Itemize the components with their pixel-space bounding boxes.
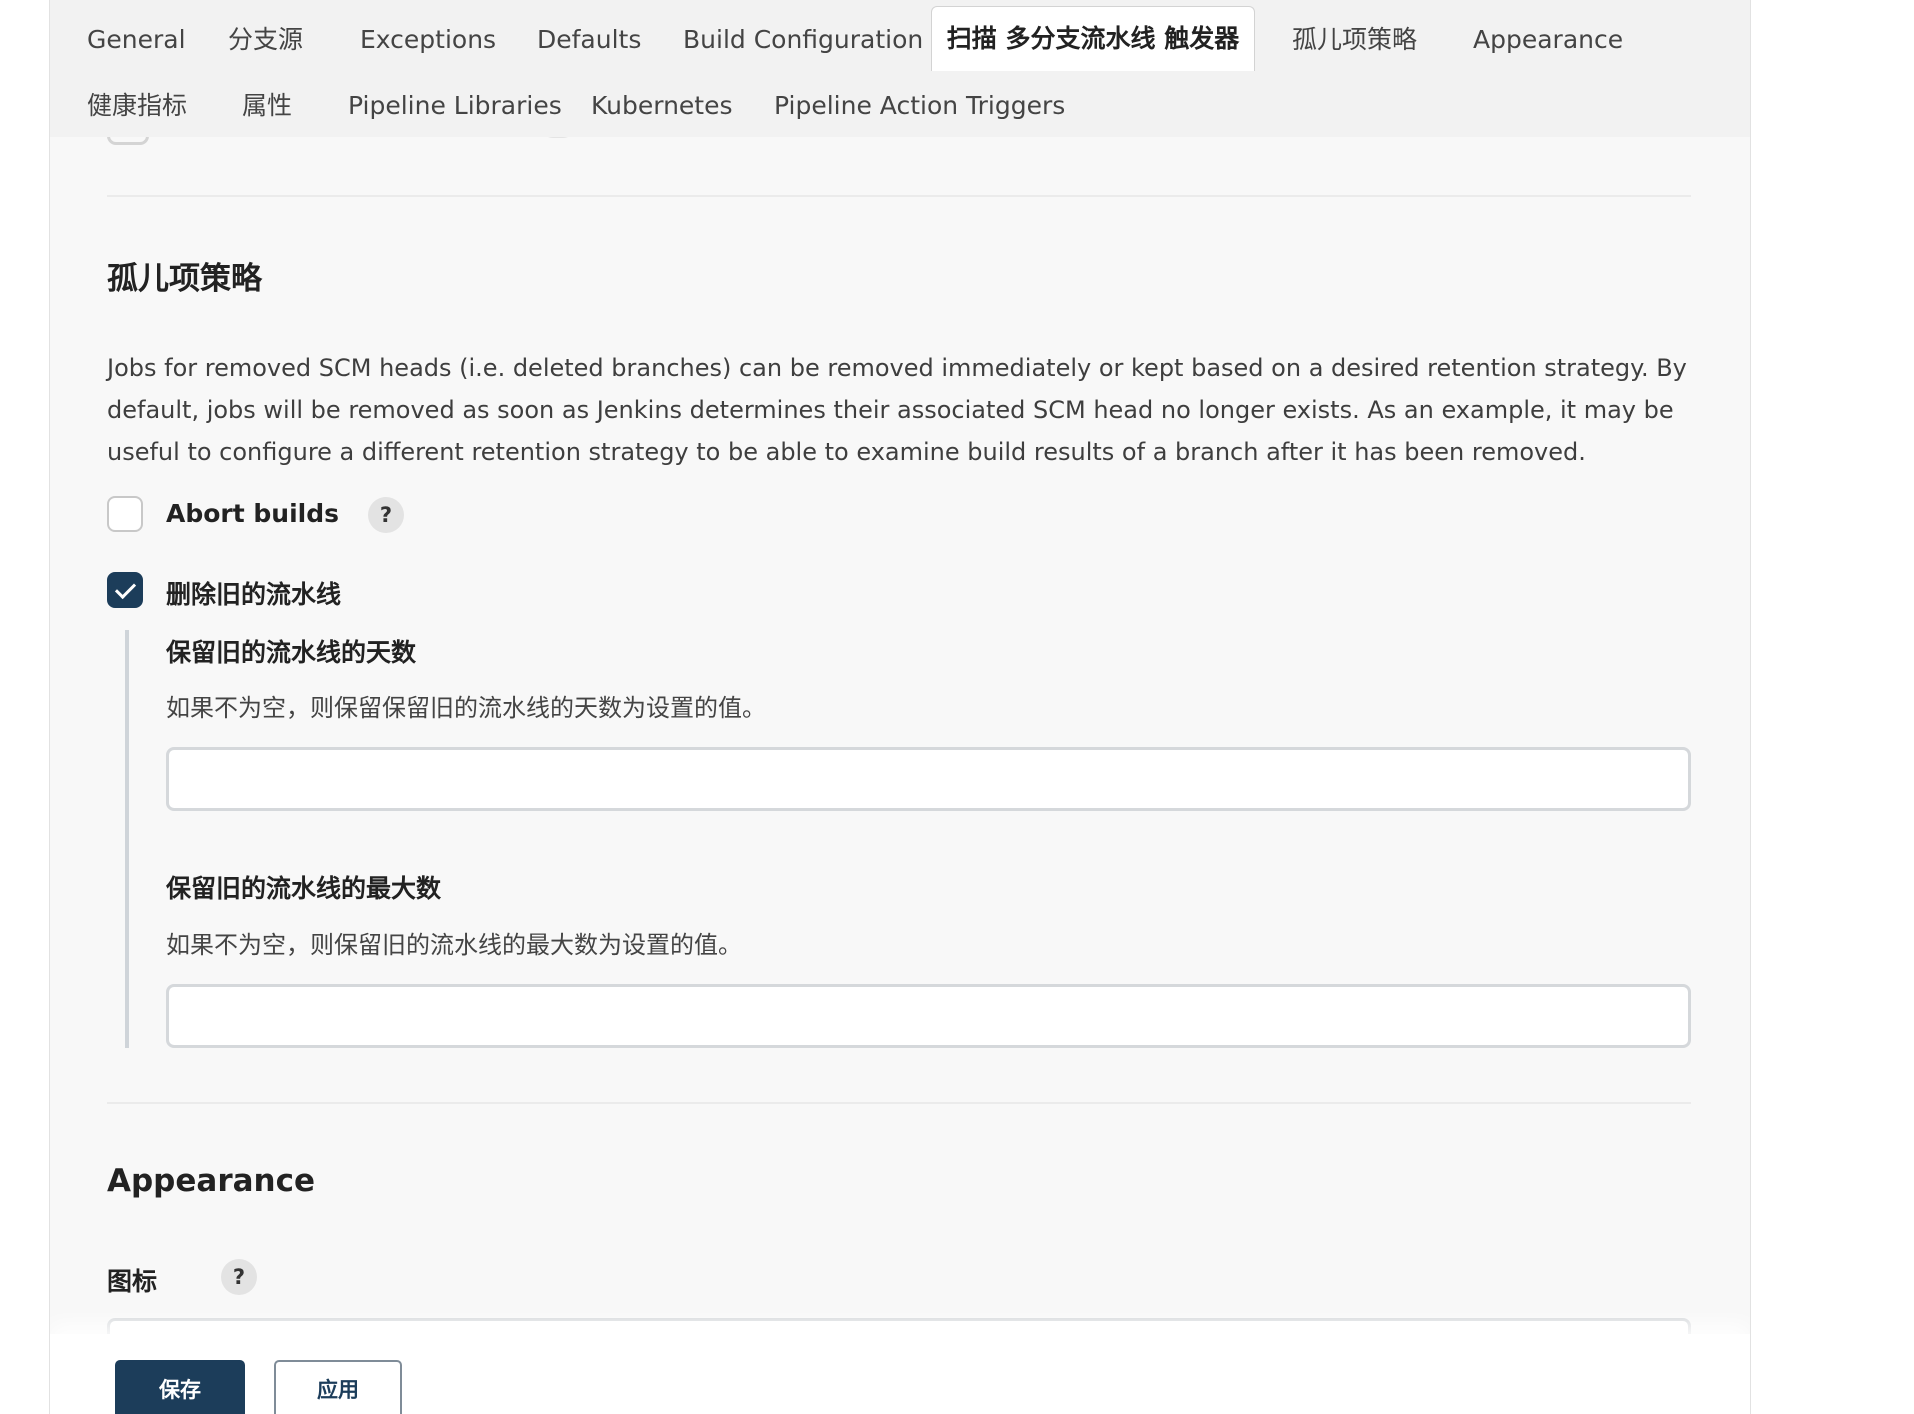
abort-builds-help-icon[interactable]: ?	[368, 497, 404, 533]
section-title-orphaned-items: 孤儿项策略	[107, 261, 262, 297]
orphan-strategy-description: Jobs for removed SCM heads (i.e. deleted…	[107, 354, 1687, 466]
section-tab-bar: General 分支源 Exceptions Defaults Build Co…	[50, 0, 1750, 137]
tab-build-configuration[interactable]: Build Configuration	[683, 8, 923, 72]
nested-options-indent-bar	[125, 630, 129, 1048]
section-divider	[107, 1102, 1691, 1104]
discard-old-items-label: 删除旧的流水线	[166, 580, 342, 609]
days-to-keep-label: 保留旧的流水线的天数	[166, 638, 417, 667]
tab-scan-triggers[interactable]: 扫描 多分支流水线 触发器	[931, 6, 1255, 71]
abort-builds-checkbox[interactable]	[107, 496, 143, 532]
days-to-keep-input[interactable]	[166, 747, 1691, 811]
apply-button[interactable]: 应用	[274, 1360, 402, 1414]
icon-field-label: 图标	[107, 1267, 158, 1296]
tab-pipeline-libraries[interactable]: Pipeline Libraries	[348, 74, 562, 138]
tab-pipeline-action-triggers[interactable]: Pipeline Action Triggers	[774, 74, 1065, 138]
section-title-appearance: Appearance	[107, 1163, 315, 1199]
discard-old-items-checkbox[interactable]	[107, 572, 143, 608]
tab-branch-sources[interactable]: 分支源	[228, 8, 303, 72]
form-action-bar: 保存 应用	[50, 1334, 1750, 1414]
max-to-keep-input[interactable]	[166, 984, 1691, 1048]
tab-appearance[interactable]: Appearance	[1473, 8, 1623, 72]
tab-properties[interactable]: 属性	[242, 74, 292, 138]
max-to-keep-label: 保留旧的流水线的最大数	[166, 874, 442, 903]
tab-kubernetes[interactable]: Kubernetes	[591, 74, 733, 138]
icon-help-icon[interactable]: ?	[221, 1259, 257, 1295]
days-to-keep-description: 如果不为空，则保留保留旧的流水线的天数为设置的值。	[166, 694, 766, 722]
abort-builds-label: Abort builds	[166, 499, 340, 528]
section-divider	[107, 195, 1691, 197]
tab-defaults[interactable]: Defaults	[537, 8, 641, 72]
tab-general[interactable]: General	[87, 8, 186, 72]
tab-orphaned-item-strategy[interactable]: 孤儿项策略	[1292, 8, 1417, 72]
tab-exceptions[interactable]: Exceptions	[360, 8, 496, 72]
tab-health-metrics[interactable]: 健康指标	[87, 74, 187, 138]
save-button[interactable]: 保存	[115, 1360, 245, 1414]
max-to-keep-description: 如果不为空，则保留旧的流水线的最大数为设置的值。	[166, 931, 742, 959]
config-panel: General 分支源 Exceptions Defaults Build Co…	[49, 0, 1751, 1414]
